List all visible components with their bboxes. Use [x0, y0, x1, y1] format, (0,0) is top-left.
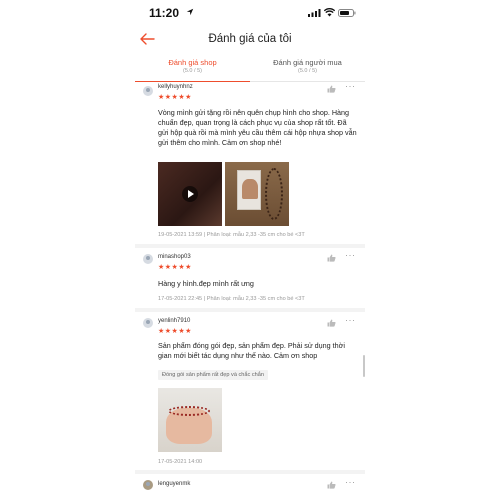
app-screen: 11:20 Đánh giá của tôi Đánh giá shop (5.… — [135, 0, 365, 499]
photo-bracelet-image — [168, 406, 210, 416]
scrollbar[interactable] — [363, 355, 365, 377]
star-rating: ★★★★★ — [158, 328, 192, 335]
review-photo-thumbnail[interactable] — [158, 388, 222, 452]
tab-shop-reviews[interactable]: Đánh giá shop (5.0 / 5) — [135, 58, 250, 74]
review-meta: 19-05-2021 13:59 | Phân loại: mẫu 2,33 -… — [158, 232, 305, 238]
review-item: yenlinh7910 ★★★★★ ··· Sản phẩm đóng gói … — [135, 314, 365, 474]
avatar[interactable] — [143, 254, 153, 264]
more-options-icon[interactable]: ··· — [345, 81, 356, 91]
header: Đánh giá của tôi — [135, 28, 365, 54]
reviewer-name: lenguyenmk — [158, 481, 191, 487]
status-bar: 11:20 — [135, 0, 365, 24]
tab-buyer-reviews[interactable]: Đánh giá người mua (5.0 / 5) — [250, 58, 365, 74]
signal-icon — [308, 9, 321, 17]
review-item: minashop03 ★★★★★ ··· Hàng y hình.đẹp mìn… — [135, 250, 365, 312]
battery-icon — [338, 9, 356, 17]
avatar[interactable] — [143, 86, 153, 96]
status-time: 11:20 — [149, 6, 180, 20]
review-item: lenguyenmk ··· — [135, 476, 365, 499]
photo-card-image — [237, 170, 261, 210]
review-meta: 17-05-2021 14:00 — [158, 459, 203, 465]
more-options-icon[interactable]: ··· — [345, 315, 356, 325]
reviewer-name: yenlinh7910 — [158, 318, 191, 324]
play-icon[interactable] — [182, 186, 198, 202]
avatar[interactable] — [143, 318, 153, 328]
star-rating: ★★★★★ — [158, 94, 192, 101]
review-item: kellyhuynhnz ★★★★★ ··· Vòng mình gửi tặn… — [135, 81, 365, 248]
review-video-thumbnail[interactable] — [158, 162, 222, 226]
tab-label: Đánh giá người mua — [273, 58, 342, 67]
avatar[interactable] — [143, 480, 153, 490]
tab-bar: Đánh giá shop (5.0 / 5) Đánh giá người m… — [135, 56, 365, 82]
wifi-icon — [324, 8, 335, 17]
star-rating: ★★★★★ — [158, 264, 192, 271]
thumbs-up-icon[interactable] — [327, 319, 336, 327]
review-photo-thumbnail[interactable] — [225, 162, 289, 226]
thumbs-up-icon[interactable] — [327, 254, 336, 262]
tab-rating: (5.0 / 5) — [183, 68, 202, 74]
review-tag: Đóng gói sản phẩm rất đẹp và chắc chắn — [158, 370, 268, 380]
reviewer-name: minashop03 — [158, 254, 191, 260]
reviewer-name: kellyhuynhnz — [158, 84, 193, 90]
review-text: Hàng y hình.đẹp mình rất ưng — [158, 279, 254, 288]
review-text: Vòng mình gửi tặng rồi nên quên chụp hìn… — [158, 108, 357, 147]
tab-label: Đánh giá shop — [168, 58, 217, 67]
thumbs-up-icon[interactable] — [327, 481, 336, 489]
review-meta: 17-05-2021 22:45 | Phân loại: mẫu 2,33 -… — [158, 296, 305, 302]
photo-bracelet-image — [265, 168, 283, 220]
location-arrow-icon — [186, 8, 194, 16]
review-text: Sản phẩm đóng gói đẹp, sản phẩm đẹp. Phả… — [158, 341, 345, 360]
page-title: Đánh giá của tôi — [208, 33, 292, 45]
thumbs-up-icon[interactable] — [327, 85, 336, 93]
more-options-icon[interactable]: ··· — [345, 477, 356, 487]
more-options-icon[interactable]: ··· — [345, 250, 356, 260]
tab-rating: (5.0 / 5) — [298, 68, 317, 74]
